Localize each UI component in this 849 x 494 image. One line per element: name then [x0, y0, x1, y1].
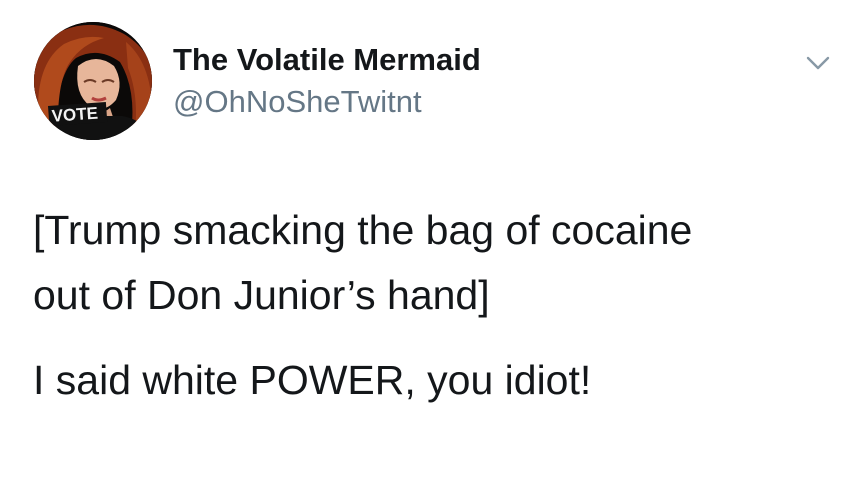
- tweet-text-line: [Trump smacking the bag of cocaine: [33, 207, 693, 253]
- avatar-shirt-text: VOTE: [51, 104, 99, 126]
- chevron-down-icon: [806, 56, 830, 70]
- user-handle[interactable]: @OhNoSheTwitnt: [173, 84, 422, 120]
- display-name[interactable]: The Volatile Mermaid: [173, 42, 481, 78]
- avatar-photo: VOTE: [34, 22, 152, 140]
- avatar[interactable]: VOTE: [34, 22, 152, 140]
- tweet-card: VOTE The Volatile Mermaid @OhNoSheTwitnt…: [0, 0, 849, 494]
- tweet-menu-button[interactable]: [802, 50, 834, 74]
- tweet-text-line: out of Don Junior’s hand]: [33, 272, 490, 318]
- tweet-text-line: I said white POWER, you idiot!: [33, 357, 592, 403]
- tweet-text: [Trump smacking the bag of cocaine out o…: [33, 198, 833, 413]
